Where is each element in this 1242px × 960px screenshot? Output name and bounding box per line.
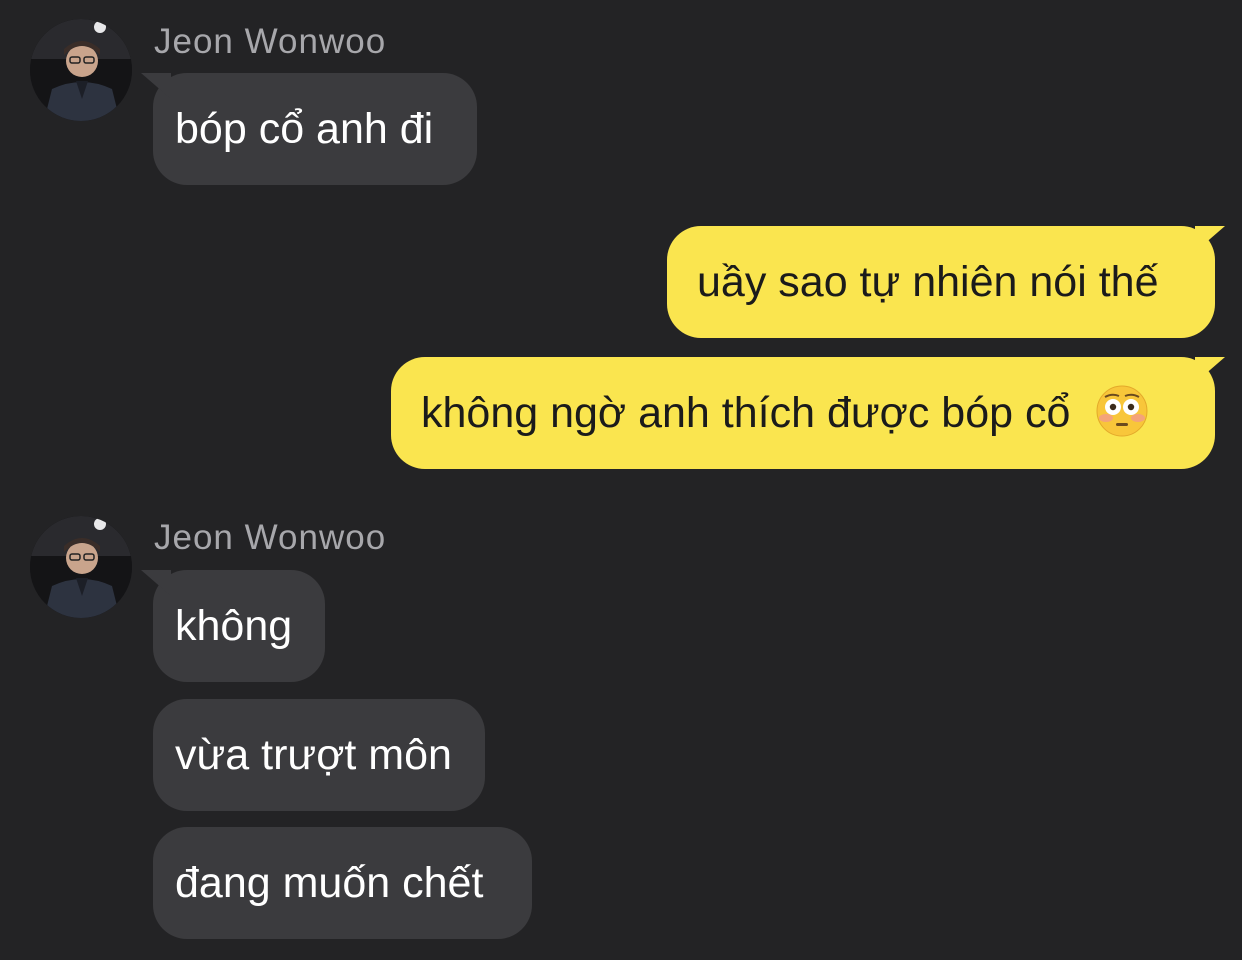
chat-thread: Jeon Wonwoo bóp cổ anh đi uầy sao tự nhi… (0, 0, 1242, 960)
incoming-message-bubble[interactable]: bóp cổ anh đi (153, 73, 477, 185)
incoming-message-bubble[interactable]: không (153, 570, 325, 682)
outgoing-message-bubble[interactable]: không ngờ anh thích được bóp cổ (391, 357, 1215, 469)
avatar-photo-icon (30, 516, 132, 618)
avatar[interactable] (30, 516, 132, 618)
incoming-message-bubble[interactable]: vừa trượt môn (153, 699, 485, 811)
outgoing-message-bubble[interactable]: uầy sao tự nhiên nói thế (667, 226, 1215, 338)
incoming-message-bubble[interactable]: đang muốn chết (153, 827, 532, 939)
flushed-face-emoji-icon (1096, 385, 1148, 437)
avatar[interactable] (30, 19, 132, 121)
sender-name: Jeon Wonwoo (154, 518, 387, 557)
avatar-photo-icon (30, 19, 132, 121)
sender-name: Jeon Wonwoo (154, 22, 387, 61)
outgoing-message-text: không ngờ anh thích được bóp cổ (421, 389, 1071, 437)
